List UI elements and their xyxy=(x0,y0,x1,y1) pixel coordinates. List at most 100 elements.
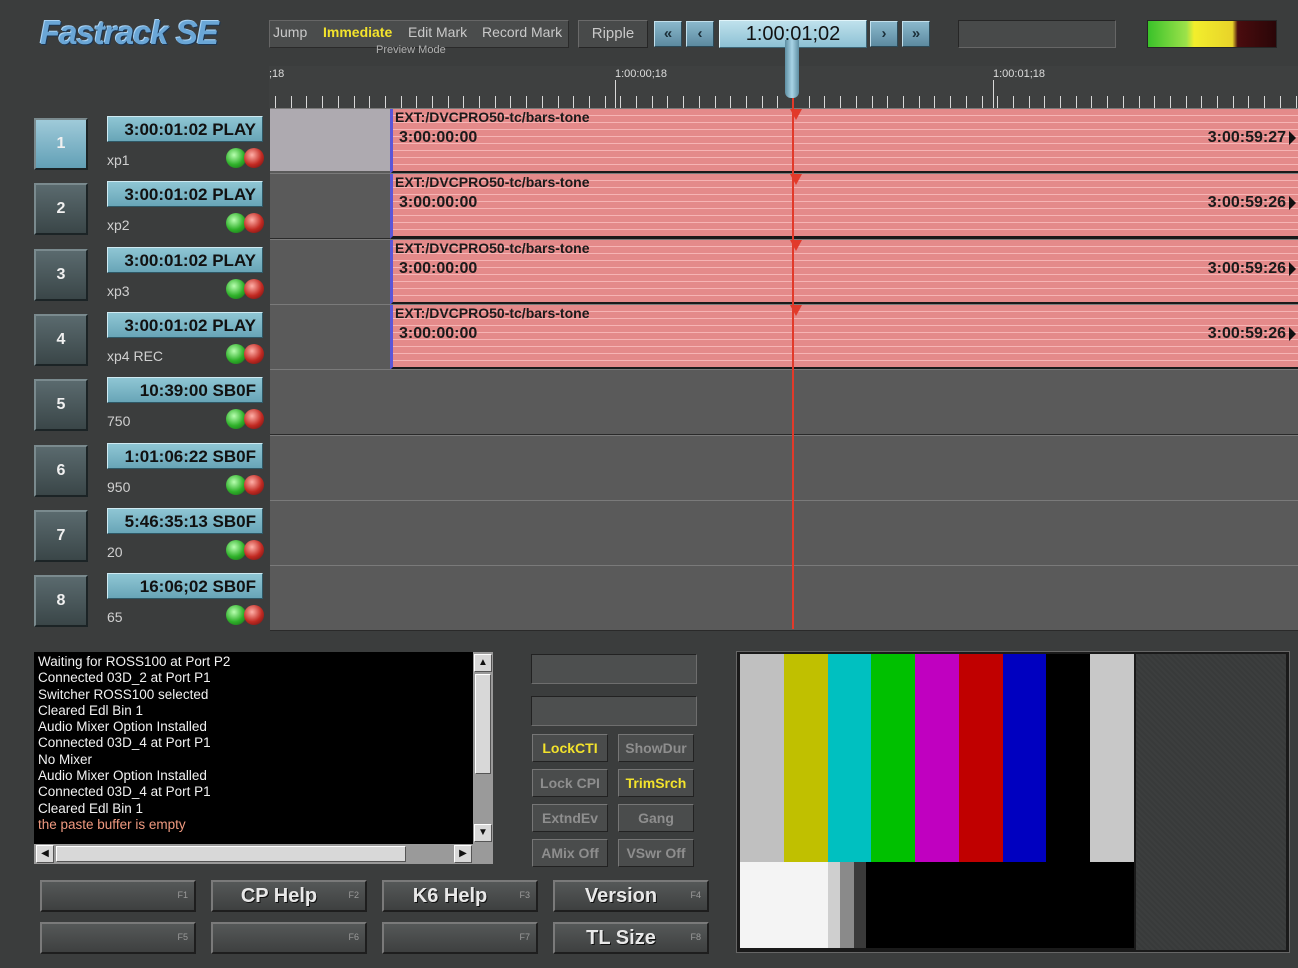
channel-status[interactable]: 3:00:01:02 PLAY xyxy=(107,247,263,273)
option-extndev[interactable]: ExtndEv xyxy=(532,804,608,832)
channel-status-leds[interactable] xyxy=(226,475,266,497)
step-back-button[interactable]: ‹ xyxy=(686,21,714,47)
channel-1-button[interactable]: 1 xyxy=(34,118,88,170)
timeline-track[interactable]: EXT:/DVCPRO50-tc/bars-tone 3:00:00:00 3:00… xyxy=(270,108,1298,174)
option-vswr-off[interactable]: VSwr Off xyxy=(618,839,694,867)
ruler-tick xyxy=(683,96,684,108)
pluge-gray-step xyxy=(828,862,840,948)
mode-immediate[interactable]: Immediate xyxy=(323,24,392,40)
option-trimsrch[interactable]: TrimSrch xyxy=(618,769,694,797)
ruler-tick xyxy=(667,96,668,108)
color-bar xyxy=(740,654,784,862)
function-key-f2[interactable]: CP Help F2 xyxy=(211,880,367,912)
log-line: No Mixer xyxy=(38,751,93,767)
playhead-handle[interactable] xyxy=(785,40,799,98)
timeline-track[interactable]: EXT:/DVCPRO50-tc/bars-tone 3:00:00:00 3:00… xyxy=(270,239,1298,305)
channel-5-button[interactable]: 5 xyxy=(34,379,88,431)
red-led-icon xyxy=(244,213,264,233)
input-field-1[interactable] xyxy=(531,654,697,684)
option-amix-off[interactable]: AMix Off xyxy=(532,839,608,867)
scroll-right-arrow-icon[interactable]: ▶ xyxy=(454,845,472,863)
timeline-ruler[interactable]: ;18 1:00:00;18 1:00:01;18 xyxy=(269,66,1298,108)
function-key-number: F3 xyxy=(519,890,530,900)
channel-status-leds[interactable] xyxy=(226,148,266,170)
forward-fast-button[interactable]: » xyxy=(902,21,930,47)
log-warning: the paste buffer is empty xyxy=(38,816,186,832)
ruler-tick xyxy=(432,96,433,108)
channel-status[interactable]: 3:00:01:02 PLAY xyxy=(107,116,263,142)
scroll-thumb[interactable] xyxy=(56,846,406,862)
timeline-clip[interactable]: EXT:/DVCPRO50-tc/bars-tone 3:00:00:00 3:00… xyxy=(390,305,1298,370)
log-horizontal-scrollbar[interactable]: ◀ ▶ xyxy=(34,844,493,864)
channel-status[interactable]: 5:46:35:13 SB0F xyxy=(107,508,263,534)
channel-status[interactable]: 3:00:01:02 PLAY xyxy=(107,181,263,207)
function-key-f1[interactable]: F1 xyxy=(40,880,196,912)
mode-jump[interactable]: Jump xyxy=(273,24,307,40)
channel-status-leds[interactable] xyxy=(226,409,266,431)
level-meter xyxy=(1147,20,1277,48)
timeline-clip[interactable]: EXT:/DVCPRO50-tc/bars-tone 3:00:00:00 3:00… xyxy=(390,109,1298,174)
timeline-track[interactable] xyxy=(270,435,1298,501)
timeline-track[interactable] xyxy=(270,500,1298,566)
channel-7-button[interactable]: 7 xyxy=(34,510,88,562)
option-lock-cpi[interactable]: Lock CPI xyxy=(532,769,608,797)
ruler-tick xyxy=(636,96,637,108)
function-key-number: F8 xyxy=(690,932,701,942)
ripple-button[interactable]: Ripple xyxy=(578,20,648,48)
channel-status-leds[interactable] xyxy=(226,344,266,366)
timeline-track[interactable] xyxy=(270,565,1298,631)
clip-end-arrow-icon xyxy=(1289,131,1296,145)
channel-status[interactable]: 10:39:00 SB0F xyxy=(107,377,263,403)
timeline-track[interactable]: EXT:/DVCPRO50-tc/bars-tone 3:00:00:00 3:00… xyxy=(270,173,1298,239)
function-key-number: F6 xyxy=(348,932,359,942)
timeline-clip[interactable]: EXT:/DVCPRO50-tc/bars-tone 3:00:00:00 3:00… xyxy=(390,240,1298,305)
function-key-f7[interactable]: F7 xyxy=(382,922,538,954)
ruler-tick xyxy=(1264,96,1265,108)
mode-edit-mark[interactable]: Edit Mark xyxy=(408,24,467,40)
channel-status[interactable]: 16:06;02 SB0F xyxy=(107,573,263,599)
ruler-label: ;18 xyxy=(269,68,285,80)
channel-2-button[interactable]: 2 xyxy=(34,183,88,235)
log-vertical-scrollbar[interactable]: ▲ ▼ xyxy=(473,652,493,844)
scroll-down-arrow-icon[interactable]: ▼ xyxy=(474,824,492,842)
option-gang[interactable]: Gang xyxy=(618,804,694,832)
channel-status-leds[interactable] xyxy=(226,605,266,627)
channel-8-button[interactable]: 8 xyxy=(34,575,88,627)
channel-4-button[interactable]: 4 xyxy=(34,314,88,366)
channel-3-button[interactable]: 3 xyxy=(34,249,88,301)
clip-end-arrow-icon xyxy=(1289,196,1296,210)
rewind-fast-button[interactable]: « xyxy=(654,21,682,47)
ruler-tick xyxy=(354,96,355,108)
channel-device-label: 20 xyxy=(107,544,123,560)
function-key-number: F1 xyxy=(177,890,188,900)
option-lockcti[interactable]: LockCTI xyxy=(532,734,608,762)
ruler-tick xyxy=(856,96,857,108)
timeline-track[interactable]: EXT:/DVCPRO50-tc/bars-tone 3:00:00:00 3:00… xyxy=(270,304,1298,370)
scroll-thumb[interactable] xyxy=(475,674,491,774)
channel-6-button[interactable]: 6 xyxy=(34,445,88,497)
channel-status[interactable]: 1:01:06:22 SB0F xyxy=(107,443,263,469)
scroll-up-arrow-icon[interactable]: ▲ xyxy=(474,654,492,672)
clip-out-timecode: 3:00:59:26 xyxy=(1207,325,1286,342)
channel-status-leds[interactable] xyxy=(226,279,266,301)
ruler-tick xyxy=(1123,96,1124,108)
timeline-track[interactable] xyxy=(270,369,1298,435)
timeline-clip[interactable]: EXT:/DVCPRO50-tc/bars-tone 3:00:00:00 3:00… xyxy=(390,174,1298,239)
function-key-f8[interactable]: TL Size F8 xyxy=(553,922,709,954)
channel-status-leds[interactable] xyxy=(226,540,266,562)
function-key-f4[interactable]: Version F4 xyxy=(553,880,709,912)
mode-record-mark[interactable]: Record Mark xyxy=(482,24,562,40)
step-forward-button[interactable]: › xyxy=(870,21,898,47)
function-key-f3[interactable]: K6 Help F3 xyxy=(382,880,538,912)
function-key-f5[interactable]: F5 xyxy=(40,922,196,954)
input-field-2[interactable] xyxy=(531,696,697,726)
ruler-tick xyxy=(1154,96,1155,108)
option-showdur[interactable]: ShowDur xyxy=(618,734,694,762)
channel-status[interactable]: 3:00:01:02 PLAY xyxy=(107,312,263,338)
ruler-tick xyxy=(369,96,370,108)
function-key-f6[interactable]: F6 xyxy=(211,922,367,954)
scroll-left-arrow-icon[interactable]: ◀ xyxy=(36,845,54,863)
ruler-tick xyxy=(762,96,763,108)
ruler-tick xyxy=(1280,96,1281,108)
channel-status-leds[interactable] xyxy=(226,213,266,235)
